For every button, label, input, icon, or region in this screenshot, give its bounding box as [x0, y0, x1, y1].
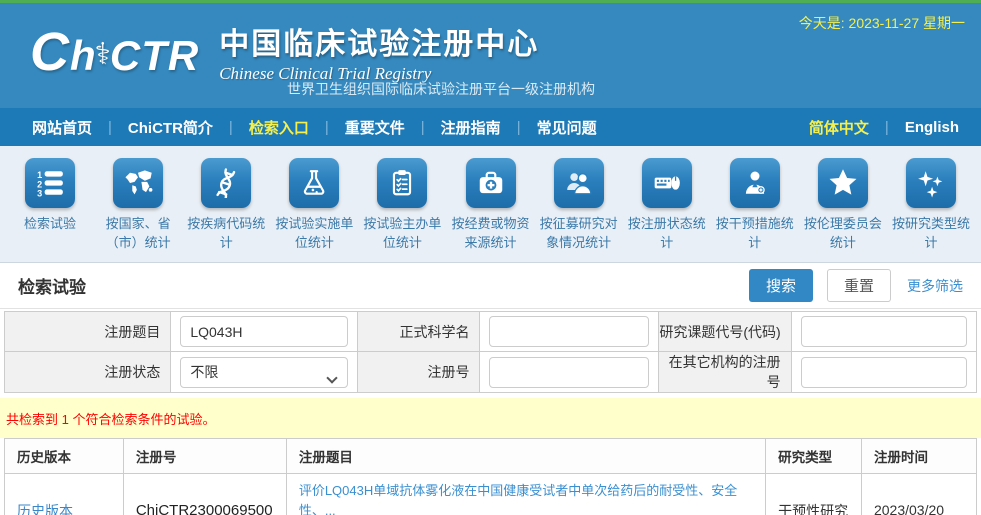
medical-bag-icon	[466, 158, 516, 208]
svg-text:3: 3	[37, 188, 42, 198]
world-map-icon	[113, 158, 163, 208]
quick-link-by-study-type[interactable]: 按研究类型统计	[887, 158, 975, 262]
who-tagline: 世界卫生组织国际临床试验注册平台一级注册机构	[287, 79, 595, 99]
dna-icon	[201, 158, 251, 208]
col-reg-number: 注册号	[123, 439, 286, 474]
quick-link-by-funding-source[interactable]: 按经费或物资来源统计	[446, 158, 534, 262]
flask-icon	[289, 158, 339, 208]
other-reg-number-label: 在其它机构的注册号	[658, 352, 791, 393]
quick-link-by-intervention[interactable]: 按干预措施统计	[711, 158, 799, 262]
scientific-name-label: 正式科学名	[357, 312, 480, 352]
scientific-name-input[interactable]	[489, 316, 648, 347]
nav-item-home[interactable]: 网站首页	[26, 117, 98, 138]
col-study-type: 研究类型	[766, 439, 862, 474]
lang-simplified-chinese[interactable]: 简体中文	[803, 117, 875, 138]
quick-links-strip: 1 2 3 检索试验 按国家、省（市）统计	[0, 146, 981, 263]
col-reg-date: 注册时间	[861, 439, 976, 474]
study-type-value: 干预性研究	[778, 503, 848, 515]
project-code-input[interactable]	[801, 316, 967, 347]
result-count-message: 共检索到 1 个符合检索条件的试验。	[0, 398, 981, 438]
chictr-logo[interactable]: CChh⚕CTR	[30, 21, 199, 83]
reg-title-input[interactable]	[180, 316, 347, 347]
quick-link-by-registration-status[interactable]: 按注册状态统计	[623, 158, 711, 262]
doctor-icon	[730, 158, 780, 208]
reg-title-label: 注册题目	[5, 312, 171, 352]
table-row: 历史版本 ChiCTR2300069500 评价LQ043H单域抗体雾化液在中国…	[5, 474, 977, 515]
reset-button[interactable]: 重置	[827, 269, 891, 302]
nav-item-documents[interactable]: 重要文件	[339, 117, 411, 138]
trial-title-link[interactable]: 评价LQ043H单域抗体雾化液在中国健康受试者中单次给药后的耐受性、安全性、..…	[299, 481, 753, 515]
results-header-row: 历史版本 注册号 注册题目 研究类型 注册时间	[5, 439, 977, 474]
reg-number-input[interactable]	[489, 357, 648, 388]
nav-separator: |	[325, 119, 329, 136]
quick-link-search-trials[interactable]: 1 2 3 检索试验	[6, 158, 94, 262]
reg-status-label: 注册状态	[5, 352, 171, 393]
registration-number: ChiCTR2300069500	[136, 502, 273, 515]
quick-link-by-implementing-unit[interactable]: 按试验实施单位统计	[270, 158, 358, 262]
people-icon	[554, 158, 604, 208]
nav-item-faq[interactable]: 常见问题	[531, 117, 603, 138]
lang-english[interactable]: English	[899, 119, 965, 136]
nav-item-search-entry[interactable]: 检索入口	[243, 117, 315, 138]
today-date: 今天是: 2023-11-27 星期一	[799, 13, 965, 33]
quick-link-by-recruitment-status[interactable]: 按征募研究对象情况统计	[535, 158, 623, 262]
nav-separator: |	[885, 119, 889, 136]
page-title: 检索试验	[18, 273, 86, 298]
registration-date-value: 2023/03/20	[874, 502, 944, 515]
col-history-version: 历史版本	[5, 439, 124, 474]
nav-separator: |	[421, 119, 425, 136]
quick-link-by-disease-code[interactable]: 按疾病代码统计	[182, 158, 270, 262]
numbered-list-icon: 1 2 3	[25, 158, 75, 208]
star-icon	[818, 158, 868, 208]
reg-number-label: 注册号	[357, 352, 480, 393]
history-version-link[interactable]: 历史版本	[17, 503, 73, 515]
search-form: 注册题目 正式科学名 研究课题代号(代码) 注册状态 不限 注册号 在其它机构的…	[4, 311, 977, 393]
nav-separator: |	[229, 119, 233, 136]
more-filters-link[interactable]: 更多筛选	[907, 276, 963, 296]
clipboard-icon	[377, 158, 427, 208]
sparkles-icon	[906, 158, 956, 208]
project-code-label: 研究课题代号(代码)	[658, 312, 791, 352]
quick-link-by-sponsor-unit[interactable]: 按试验主办单位统计	[358, 158, 446, 262]
reg-status-select[interactable]: 不限	[180, 357, 347, 388]
main-nav: 网站首页 | ChiCTR简介 | 检索入口 | 重要文件 | 注册指南 | 常…	[0, 108, 981, 146]
keyboard-mouse-icon	[642, 158, 692, 208]
search-button[interactable]: 搜索	[749, 269, 813, 302]
nav-item-about[interactable]: ChiCTR简介	[122, 117, 219, 138]
nav-item-guide[interactable]: 注册指南	[435, 117, 507, 138]
site-header: CChh⚕CTR 中国临床试验注册中心 Chinese Clinical Tri…	[0, 3, 981, 108]
logo-text: h	[70, 32, 97, 79]
nav-separator: |	[517, 119, 521, 136]
quick-link-by-country[interactable]: 按国家、省（市）统计	[94, 158, 182, 262]
results-table: 历史版本 注册号 注册题目 研究类型 注册时间 历史版本 ChiCTR23000…	[4, 438, 977, 515]
site-title-cn: 中国临床试验注册中心	[219, 19, 539, 63]
logo-letter-c: C	[30, 22, 70, 82]
logo-text-post: CTR	[110, 32, 199, 79]
search-section-header: 检索试验 搜索 重置 更多筛选	[0, 263, 981, 309]
site-title-block: 中国临床试验注册中心 Chinese Clinical Trial Regist…	[219, 19, 539, 84]
quick-link-by-ethics-committee[interactable]: 按伦理委员会统计	[799, 158, 887, 262]
col-reg-title: 注册题目	[286, 439, 765, 474]
other-reg-number-input[interactable]	[801, 357, 967, 388]
nav-separator: |	[108, 119, 112, 136]
